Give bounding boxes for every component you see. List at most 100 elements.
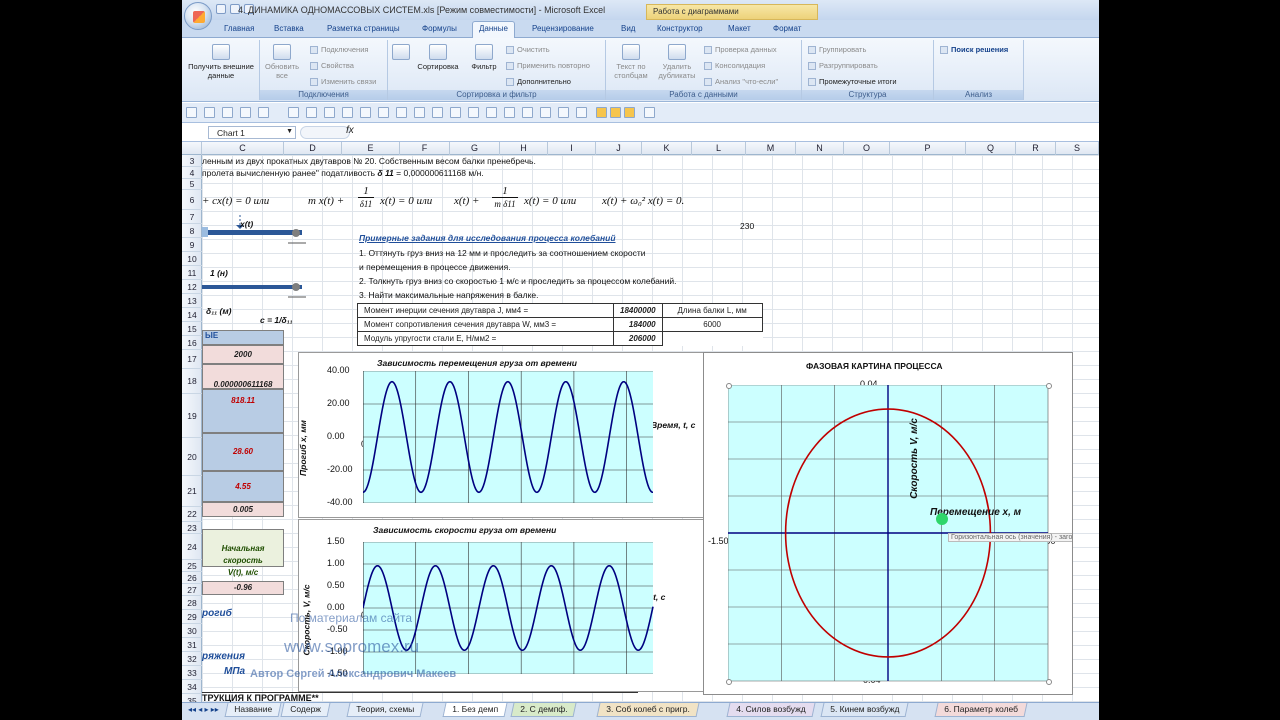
- column-header[interactable]: I: [548, 142, 596, 155]
- row-header[interactable]: 9: [182, 238, 202, 252]
- row-header[interactable]: 28: [182, 596, 202, 610]
- paste-icon[interactable]: [240, 107, 251, 118]
- table-cell[interactable]: 206000: [613, 331, 663, 346]
- shape-icon[interactable]: [360, 107, 371, 118]
- fill-color-icon[interactable]: [558, 107, 569, 118]
- line-color-icon[interactable]: [576, 107, 587, 118]
- align-right-icon[interactable]: [624, 107, 635, 118]
- row-header[interactable]: 27: [182, 584, 202, 596]
- function-icon[interactable]: [306, 107, 317, 118]
- cell-mass[interactable]: 2000: [202, 345, 284, 364]
- row-header[interactable]: 10: [182, 252, 202, 266]
- resize-handle[interactable]: [1046, 679, 1052, 685]
- section-header-cell[interactable]: ЫЕ: [202, 330, 284, 345]
- advanced-filter-button[interactable]: Дополнительно: [506, 77, 571, 87]
- omega-icon[interactable]: [432, 107, 443, 118]
- column-header[interactable]: M: [746, 142, 796, 155]
- group-button[interactable]: Группировать: [808, 45, 866, 55]
- tab-format[interactable]: Формат: [773, 24, 801, 33]
- format-painter-icon[interactable]: [644, 107, 655, 118]
- row-header[interactable]: 18: [182, 369, 202, 394]
- properties-button[interactable]: Свойства: [310, 61, 354, 71]
- row-header[interactable]: 23: [182, 522, 202, 534]
- row-header[interactable]: 5: [182, 179, 202, 190]
- column-header[interactable]: E: [342, 142, 400, 155]
- resize-handle[interactable]: [726, 679, 732, 685]
- chevron-down-icon[interactable]: ▼: [286, 128, 293, 135]
- row-header[interactable]: 22: [182, 507, 202, 522]
- tab-view[interactable]: Вид: [621, 24, 635, 33]
- column-header[interactable]: P: [890, 142, 966, 155]
- column-header[interactable]: C: [202, 142, 284, 155]
- cell-0005[interactable]: 0.005: [202, 502, 284, 517]
- eraser-icon[interactable]: [414, 107, 425, 118]
- sort-az-button[interactable]: [392, 44, 410, 62]
- row-header[interactable]: 14: [182, 308, 202, 322]
- filter-button[interactable]: Фильтр: [466, 44, 502, 71]
- sort-button[interactable]: Сортировка: [412, 44, 464, 71]
- resize-handle[interactable]: [726, 383, 732, 389]
- chart-phase[interactable]: ФАЗОВАЯ КАРТИНА ПРОЦЕССА 0.040.030.020.0…: [703, 352, 1073, 695]
- tab-review[interactable]: Рецензирование: [532, 24, 594, 33]
- row-header[interactable]: 7: [182, 210, 202, 224]
- subtotal-button[interactable]: Промежуточные итоги: [808, 77, 897, 87]
- undo-icon[interactable]: [204, 107, 215, 118]
- row-header[interactable]: 3: [182, 155, 202, 167]
- chart-velocity[interactable]: Зависимость скорости груза от времени Ск…: [298, 519, 708, 692]
- column-header[interactable]: J: [596, 142, 642, 155]
- ungroup-button[interactable]: Разгруппировать: [808, 61, 878, 71]
- select-all-corner[interactable]: [182, 142, 202, 155]
- tab-design[interactable]: Конструктор: [657, 24, 703, 33]
- row-header[interactable]: 8: [182, 224, 202, 238]
- row-header[interactable]: 32: [182, 652, 202, 666]
- row-header[interactable]: 29: [182, 610, 202, 624]
- row-header[interactable]: 12: [182, 280, 202, 294]
- resize-handle[interactable]: [1046, 383, 1052, 389]
- sheet-tab[interactable]: Название: [224, 703, 282, 717]
- tab-formulas[interactable]: Формулы: [422, 24, 457, 33]
- table-cell[interactable]: Модуль упругости стали E, Н/мм2 =: [357, 331, 614, 346]
- row-header[interactable]: 26: [182, 572, 202, 584]
- chart-displacement[interactable]: Зависимость перемещения груза от времени…: [298, 352, 708, 518]
- column-header[interactable]: K: [642, 142, 692, 155]
- row-header[interactable]: 11: [182, 266, 202, 280]
- row-header[interactable]: 24: [182, 534, 202, 560]
- column-header[interactable]: F: [400, 142, 450, 155]
- table-cell[interactable]: Момент сопротивления сечения двутавра W,…: [357, 317, 614, 332]
- draw-icon[interactable]: [288, 107, 299, 118]
- cell-818[interactable]: 818.11: [202, 389, 284, 433]
- consolidate-button[interactable]: Консолидация: [704, 61, 765, 71]
- align-center-icon[interactable]: [610, 107, 621, 118]
- text-to-columns-button[interactable]: Текст по столбцам: [610, 44, 652, 80]
- table-cell[interactable]: 6000: [661, 317, 763, 332]
- solver-button[interactable]: Поиск решения: [940, 45, 1008, 55]
- wordart-icon[interactable]: [540, 107, 551, 118]
- row-header[interactable]: 13: [182, 294, 202, 308]
- brush-icon[interactable]: [396, 107, 407, 118]
- align-icon[interactable]: [342, 107, 353, 118]
- row-header[interactable]: 4: [182, 167, 202, 179]
- row-header[interactable]: 15: [182, 322, 202, 336]
- toolbar-icon[interactable]: [186, 107, 197, 118]
- fill-icon[interactable]: [378, 107, 389, 118]
- tab-data[interactable]: Данные: [472, 21, 515, 38]
- cell-delta[interactable]: 0.000000611168: [202, 364, 284, 389]
- align-left-icon[interactable]: [596, 107, 607, 118]
- get-external-data-button[interactable]: Получить внешние данные: [184, 44, 258, 80]
- sheet-tab[interactable]: 3. Соб колеб с пригр.: [596, 703, 700, 717]
- whatif-button[interactable]: Анализ "что-если": [704, 77, 778, 87]
- row-header[interactable]: 25: [182, 560, 202, 572]
- sheet-tab[interactable]: Теория, схемы: [346, 703, 424, 717]
- column-header[interactable]: H: [500, 142, 548, 155]
- cell-455[interactable]: 4.55: [202, 471, 284, 502]
- cell-initial-speed[interactable]: -0.96: [202, 581, 284, 595]
- name-box[interactable]: Chart 1 ▼: [208, 126, 296, 139]
- column-header[interactable]: Q: [966, 142, 1016, 155]
- sheet-nav-icon[interactable]: ◂◂ ◂ ▸ ▸▸: [188, 705, 219, 714]
- sheet-tab[interactable]: 4. Силов возбужд: [726, 703, 816, 717]
- validation-button[interactable]: Проверка данных: [704, 45, 777, 55]
- row-header[interactable]: 20: [182, 438, 202, 476]
- row-header[interactable]: 19: [182, 394, 202, 438]
- refresh-all-button[interactable]: Обновить все: [262, 44, 302, 80]
- row-header[interactable]: 16: [182, 336, 202, 350]
